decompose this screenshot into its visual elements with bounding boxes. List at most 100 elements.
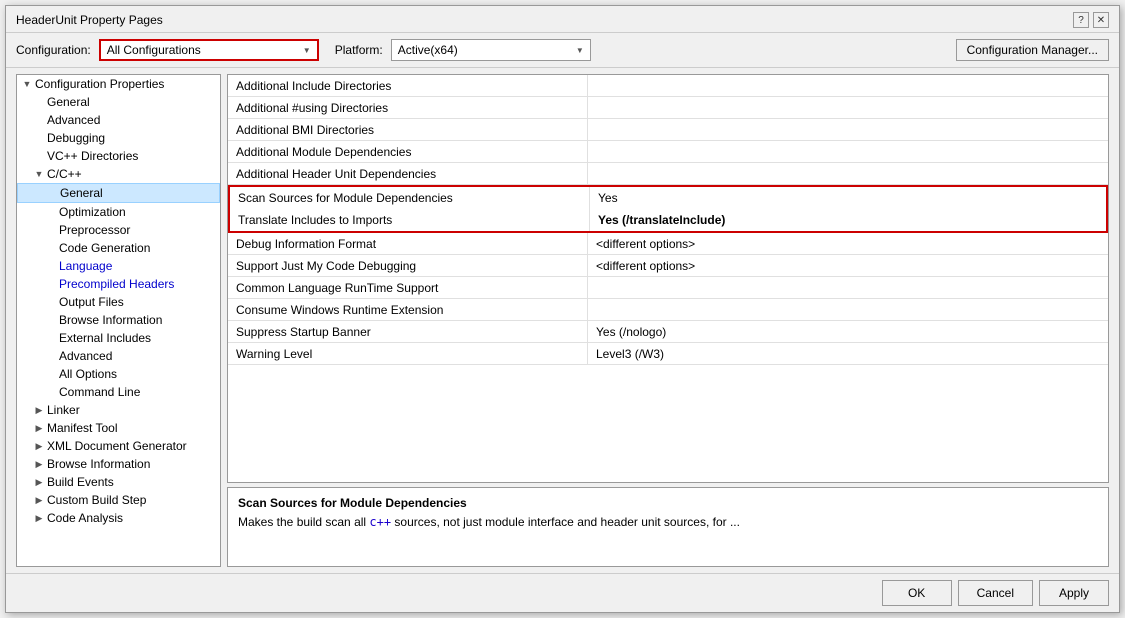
prop-value-add-header-dep [588, 163, 1108, 184]
tree-item-preprocessor[interactable]: Preprocessor [17, 221, 220, 239]
platform-value: Active(x64) [398, 43, 458, 57]
platform-dropdown[interactable]: Active(x64) ▼ [391, 39, 591, 61]
tree-expander-config-properties[interactable]: ▼ [21, 78, 33, 90]
prop-value-warning-level: Level3 (/W3) [588, 343, 1108, 364]
config-bar: Configuration: All Configurations ▼ Plat… [6, 33, 1119, 68]
prop-row-suppress-banner[interactable]: Suppress Startup BannerYes (/nologo) [228, 321, 1108, 343]
prop-name-clr-support: Common Language RunTime Support [228, 277, 588, 298]
tree-item-browse-info[interactable]: Browse Information [17, 311, 220, 329]
tree-expander-browse-info-top[interactable]: ▶ [33, 458, 45, 470]
prop-name-support-my-code: Support Just My Code Debugging [228, 255, 588, 276]
prop-row-support-my-code[interactable]: Support Just My Code Debugging<different… [228, 255, 1108, 277]
tree-label-config-properties: Configuration Properties [35, 77, 164, 91]
tree-item-build-events[interactable]: ▶Build Events [17, 473, 220, 491]
prop-row-translate-includes[interactable]: Translate Includes to ImportsYes (/trans… [230, 209, 1106, 231]
desc-text-after: sources, not just module interface and h… [391, 515, 740, 529]
prop-row-add-include[interactable]: Additional Include Directories [228, 75, 1108, 97]
prop-name-add-module-dep: Additional Module Dependencies [228, 141, 588, 162]
tree-item-code-analysis[interactable]: ▶Code Analysis [17, 509, 220, 527]
title-controls: ? ✕ [1073, 12, 1109, 28]
tree-item-advanced[interactable]: Advanced [17, 111, 220, 129]
title-bar: HeaderUnit Property Pages ? ✕ [6, 6, 1119, 33]
prop-row-clr-support[interactable]: Common Language RunTime Support [228, 277, 1108, 299]
tree-item-config-properties[interactable]: ▼Configuration Properties [17, 75, 220, 93]
tree-item-cpp-general[interactable]: General [17, 183, 220, 203]
apply-button[interactable]: Apply [1039, 580, 1109, 606]
prop-row-consume-winrt[interactable]: Consume Windows Runtime Extension [228, 299, 1108, 321]
prop-value-add-using [588, 97, 1108, 118]
ok-button[interactable]: OK [882, 580, 952, 606]
footer: OK Cancel Apply [6, 573, 1119, 612]
prop-row-add-header-dep[interactable]: Additional Header Unit Dependencies [228, 163, 1108, 185]
tree-item-command-line[interactable]: Command Line [17, 383, 220, 401]
prop-value-support-my-code: <different options> [588, 255, 1108, 276]
tree-item-browse-info-top[interactable]: ▶Browse Information [17, 455, 220, 473]
tree-label-output-files: Output Files [59, 295, 124, 309]
tree-item-custom-build-step[interactable]: ▶Custom Build Step [17, 491, 220, 509]
tree-item-language[interactable]: Language [17, 257, 220, 275]
prop-value-add-module-dep [588, 141, 1108, 162]
tree-item-all-options[interactable]: All Options [17, 365, 220, 383]
tree-item-vcpp-dirs[interactable]: VC++ Directories [17, 147, 220, 165]
tree-item-code-generation[interactable]: Code Generation [17, 239, 220, 257]
tree-item-debugging[interactable]: Debugging [17, 129, 220, 147]
close-button[interactable]: ✕ [1093, 12, 1109, 28]
tree-expander-xml-doc-gen[interactable]: ▶ [33, 440, 45, 452]
tree-label-language: Language [59, 259, 112, 273]
configuration-dropdown[interactable]: All Configurations ▼ [99, 39, 319, 61]
prop-value-suppress-banner: Yes (/nologo) [588, 321, 1108, 342]
prop-name-add-bmi: Additional BMI Directories [228, 119, 588, 140]
dialog-title: HeaderUnit Property Pages [16, 13, 163, 27]
description-panel: Scan Sources for Module Dependencies Mak… [227, 487, 1109, 567]
prop-row-add-using[interactable]: Additional #using Directories [228, 97, 1108, 119]
prop-row-scan-sources[interactable]: Scan Sources for Module DependenciesYes [230, 187, 1106, 209]
tree-item-general[interactable]: General [17, 93, 220, 111]
tree-label-cpp: C/C++ [47, 167, 82, 181]
desc-text-before: Makes the build scan all [238, 515, 369, 529]
tree-expander-linker[interactable]: ▶ [33, 404, 45, 416]
prop-name-add-include: Additional Include Directories [228, 75, 588, 96]
tree-expander-manifest-tool[interactable]: ▶ [33, 422, 45, 434]
prop-value-add-bmi [588, 119, 1108, 140]
prop-row-add-bmi[interactable]: Additional BMI Directories [228, 119, 1108, 141]
desc-title: Scan Sources for Module Dependencies [238, 496, 1098, 510]
right-panel: Additional Include DirectoriesAdditional… [227, 74, 1109, 567]
tree-item-advanced2[interactable]: Advanced [17, 347, 220, 365]
tree-item-xml-doc-gen[interactable]: ▶XML Document Generator [17, 437, 220, 455]
tree-item-precompiled-headers[interactable]: Precompiled Headers [17, 275, 220, 293]
tree-label-custom-build-step: Custom Build Step [47, 493, 146, 507]
tree-label-debugging: Debugging [47, 131, 105, 145]
prop-name-suppress-banner: Suppress Startup Banner [228, 321, 588, 342]
prop-value-scan-sources: Yes [590, 187, 1106, 209]
tree-item-optimization[interactable]: Optimization [17, 203, 220, 221]
help-button[interactable]: ? [1073, 12, 1089, 28]
prop-value-clr-support [588, 277, 1108, 298]
tree-label-vcpp-dirs: VC++ Directories [47, 149, 138, 163]
config-dropdown-arrow: ▼ [303, 46, 311, 55]
prop-name-debug-info-format: Debug Information Format [228, 233, 588, 254]
tree-label-optimization: Optimization [59, 205, 126, 219]
prop-value-consume-winrt [588, 299, 1108, 320]
tree-label-browse-info-top: Browse Information [47, 457, 150, 471]
main-content: ▼Configuration PropertiesGeneralAdvanced… [6, 68, 1119, 573]
config-manager-button[interactable]: Configuration Manager... [956, 39, 1109, 61]
tree-item-manifest-tool[interactable]: ▶Manifest Tool [17, 419, 220, 437]
prop-name-add-using: Additional #using Directories [228, 97, 588, 118]
tree-item-output-files[interactable]: Output Files [17, 293, 220, 311]
tree-label-build-events: Build Events [47, 475, 114, 489]
desc-text: Makes the build scan all c++ sources, no… [238, 514, 1098, 531]
prop-row-warning-level[interactable]: Warning LevelLevel3 (/W3) [228, 343, 1108, 365]
tree-expander-cpp[interactable]: ▼ [33, 168, 45, 180]
cancel-button[interactable]: Cancel [958, 580, 1033, 606]
tree-label-linker: Linker [47, 403, 80, 417]
tree-expander-custom-build-step[interactable]: ▶ [33, 494, 45, 506]
tree-item-cpp[interactable]: ▼C/C++ [17, 165, 220, 183]
tree-item-linker[interactable]: ▶Linker [17, 401, 220, 419]
prop-row-debug-info-format[interactable]: Debug Information Format<different optio… [228, 233, 1108, 255]
tree-expander-code-analysis[interactable]: ▶ [33, 512, 45, 524]
tree-expander-build-events[interactable]: ▶ [33, 476, 45, 488]
prop-value-debug-info-format: <different options> [588, 233, 1108, 254]
tree-item-external-includes[interactable]: External Includes [17, 329, 220, 347]
tree-label-general: General [47, 95, 90, 109]
prop-row-add-module-dep[interactable]: Additional Module Dependencies [228, 141, 1108, 163]
